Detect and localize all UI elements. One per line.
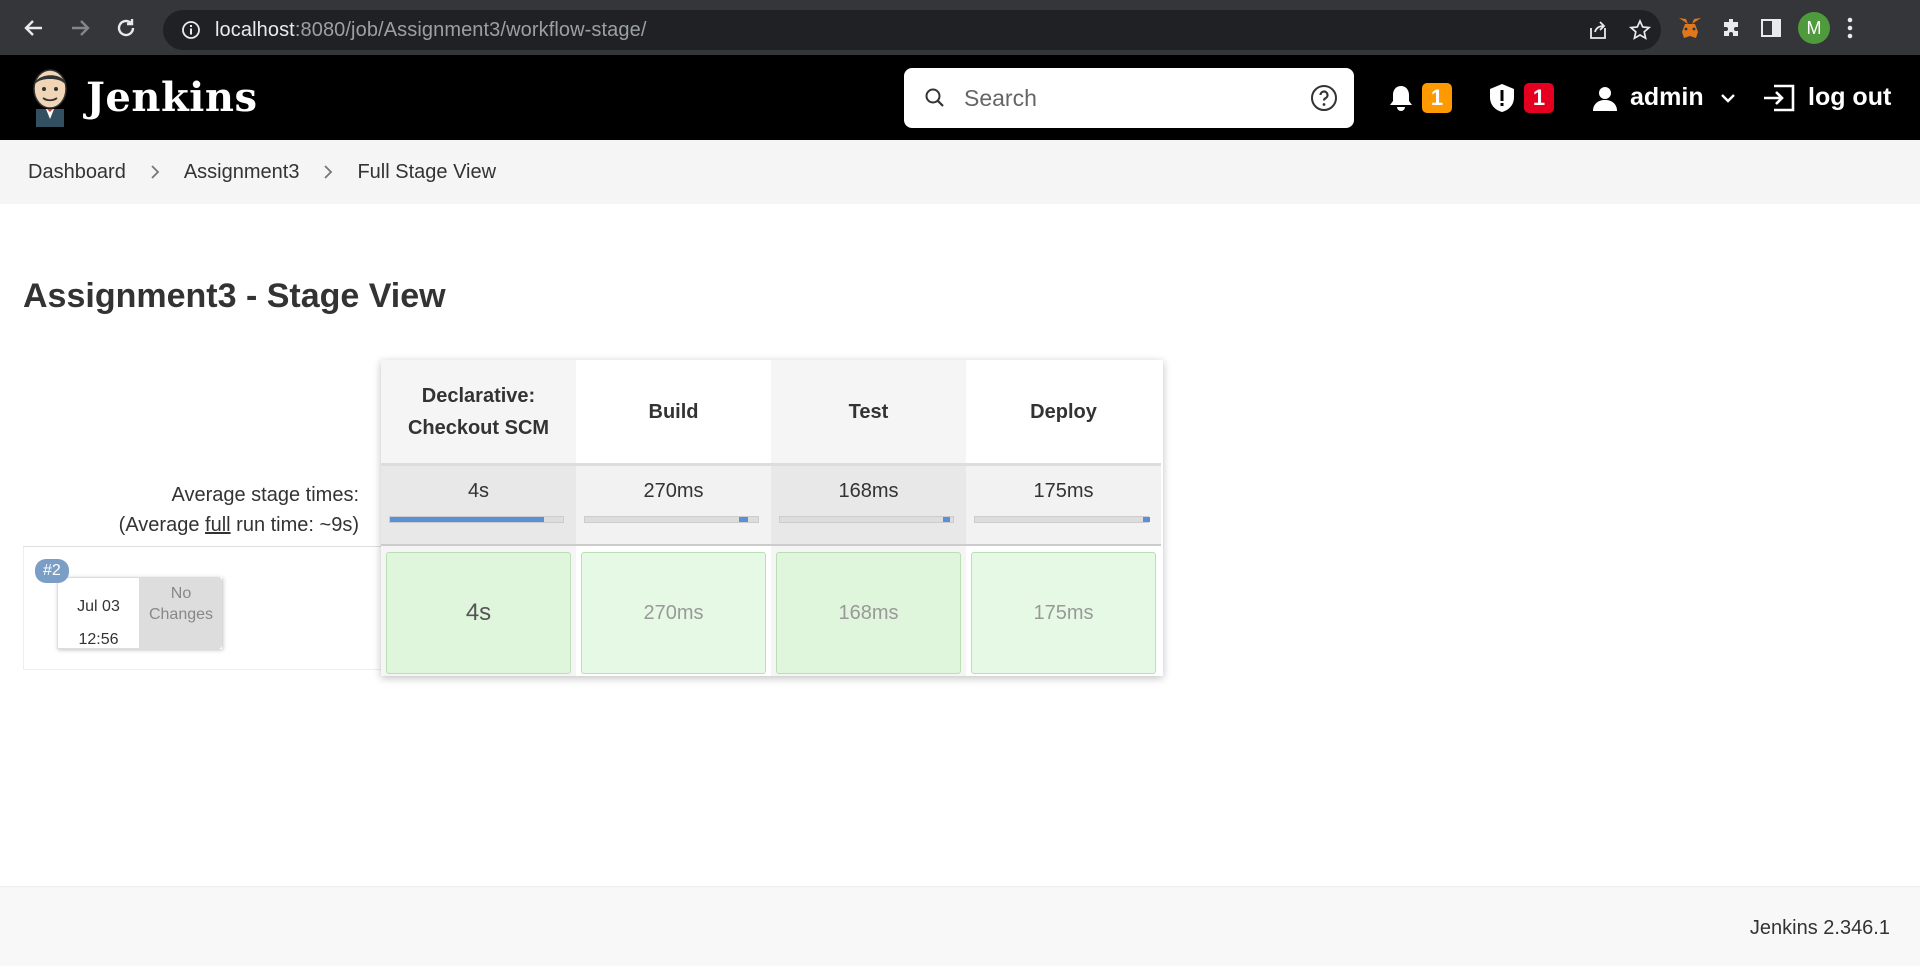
more-menu-icon[interactable] bbox=[1846, 16, 1854, 40]
forward-button[interactable] bbox=[60, 8, 100, 48]
jenkins-version[interactable]: Jenkins 2.346.1 bbox=[1750, 917, 1890, 940]
stage-run-cell[interactable]: 270ms bbox=[581, 552, 766, 674]
chevron-right-icon bbox=[151, 165, 160, 179]
user-name[interactable]: admin bbox=[1630, 83, 1704, 112]
logout-label: log out bbox=[1808, 83, 1892, 111]
stage-time-bar-fill bbox=[1142, 517, 1150, 522]
bookmark-star-icon[interactable] bbox=[1629, 19, 1651, 41]
stage-column: Test 168ms 168ms bbox=[771, 360, 966, 676]
stage-time-bar bbox=[974, 516, 1150, 523]
stage-header: Test bbox=[771, 360, 966, 466]
breadcrumb-full-stage-view[interactable]: Full Stage View bbox=[357, 161, 496, 184]
extensions-puzzle-icon[interactable] bbox=[1720, 16, 1744, 40]
reload-button[interactable] bbox=[106, 8, 146, 48]
shield-alert-icon bbox=[1490, 83, 1514, 112]
build-info-card[interactable]: Jul 03 12:56 No Changes bbox=[57, 577, 222, 649]
stage-column: Deploy 175ms 175ms bbox=[966, 360, 1161, 676]
build-date-day: Jul 03 bbox=[77, 598, 120, 615]
search-box[interactable] bbox=[904, 68, 1354, 128]
site-info-icon[interactable] bbox=[181, 20, 201, 40]
user-icon bbox=[1593, 86, 1617, 111]
jenkins-home-link[interactable]: Jenkins bbox=[28, 67, 257, 127]
build-row: #2 Jul 03 12:56 No Changes bbox=[23, 546, 381, 670]
page-footer: Jenkins 2.346.1 bbox=[0, 886, 1920, 966]
jenkins-butler-logo-icon bbox=[33, 69, 67, 127]
stage-time-bar-fill bbox=[738, 517, 748, 522]
logout-icon bbox=[1764, 84, 1795, 111]
build-number-badge[interactable]: #2 bbox=[35, 559, 69, 583]
full-run-link[interactable]: full bbox=[205, 514, 231, 536]
average-stage-times-label: Average stage times: (Average full run t… bbox=[23, 480, 359, 540]
side-panel-icon[interactable] bbox=[1760, 17, 1782, 39]
notifications-count-badge: 1 bbox=[1422, 82, 1452, 113]
stage-average: 168ms bbox=[771, 466, 966, 546]
stage-average: 270ms bbox=[576, 466, 771, 546]
notifications-button[interactable]: 1 bbox=[1388, 55, 1452, 140]
breadcrumb-assignment3[interactable]: Assignment3 bbox=[184, 161, 300, 184]
breadcrumb-separator bbox=[323, 164, 333, 180]
stage-run-cell[interactable]: 168ms bbox=[776, 552, 961, 674]
url-text[interactable]: localhost:8080/job/Assignment3/workflow-… bbox=[215, 19, 647, 42]
back-button[interactable] bbox=[14, 8, 54, 48]
metamask-fox-icon[interactable] bbox=[1676, 14, 1704, 42]
stage-time-bar-fill bbox=[390, 517, 544, 522]
address-bar[interactable]: localhost:8080/job/Assignment3/workflow-… bbox=[163, 10, 1661, 50]
help-icon[interactable] bbox=[1310, 84, 1338, 112]
build-changes-line1: No bbox=[170, 585, 192, 602]
stage-average-time: 4s bbox=[467, 480, 490, 502]
chevron-down-icon[interactable] bbox=[1720, 93, 1736, 103]
jenkins-brand-text: Jenkins bbox=[86, 73, 258, 121]
stage-run-cell[interactable]: 4s bbox=[386, 552, 571, 674]
build-changes-line2: Changes bbox=[148, 606, 214, 623]
breadcrumb-separator bbox=[150, 164, 160, 180]
avg-label-line2: (Average full run time: ~9s) bbox=[118, 514, 359, 536]
chevron-right-icon bbox=[324, 165, 333, 179]
breadcrumb: Dashboard Assignment3 Full Stage View bbox=[0, 140, 1920, 204]
arrow-right-icon bbox=[72, 19, 90, 36]
stage-average: 4s bbox=[381, 466, 576, 546]
stage-header: Deploy bbox=[966, 360, 1161, 466]
user-menu[interactable]: admin bbox=[1592, 55, 1736, 140]
stage-average-time: 175ms bbox=[1033, 480, 1094, 502]
stage-time-bar bbox=[389, 516, 564, 523]
stage-header: Declarative: Checkout SCM bbox=[381, 360, 576, 466]
stage-average-time: 270ms bbox=[643, 480, 704, 502]
security-count-badge: 1 bbox=[1524, 82, 1554, 113]
profile-avatar[interactable]: M bbox=[1798, 12, 1830, 44]
search-input[interactable] bbox=[964, 84, 1294, 112]
stage-column: Build 270ms 270ms bbox=[576, 360, 771, 676]
stage-average-time: 168ms bbox=[838, 480, 899, 502]
share-icon[interactable] bbox=[1587, 19, 1609, 41]
stage-header: Build bbox=[576, 360, 771, 466]
browser-toolbar: localhost:8080/job/Assignment3/workflow-… bbox=[0, 0, 1920, 55]
stage-grid: Declarative: Checkout SCM 4s 4s Build 270… bbox=[381, 360, 1163, 676]
build-date: Jul 03 12:56 bbox=[57, 577, 140, 649]
build-changes[interactable]: No Changes bbox=[140, 577, 222, 649]
search-icon bbox=[925, 88, 944, 107]
security-warnings-button[interactable]: 1 bbox=[1488, 55, 1554, 140]
avg-label-line1: Average stage times: bbox=[171, 484, 359, 506]
build-date-time: 12:56 bbox=[78, 631, 119, 648]
stage-average: 175ms bbox=[966, 466, 1161, 546]
logout-button[interactable]: log out bbox=[1762, 55, 1891, 140]
stage-time-bar bbox=[779, 516, 954, 523]
page-title: Assignment3 - Stage View bbox=[23, 277, 446, 315]
stage-time-bar bbox=[584, 516, 759, 523]
breadcrumb-dashboard[interactable]: Dashboard bbox=[28, 161, 126, 184]
stage-time-bar-fill bbox=[942, 517, 950, 522]
jenkins-header: Jenkins 1 1 admin log out bbox=[0, 55, 1920, 140]
reload-icon bbox=[117, 18, 135, 36]
arrow-left-icon bbox=[24, 19, 42, 36]
stage-column: Declarative: Checkout SCM 4s 4s bbox=[381, 360, 576, 676]
bell-icon bbox=[1390, 85, 1412, 111]
stage-run-cell[interactable]: 175ms bbox=[971, 552, 1156, 674]
